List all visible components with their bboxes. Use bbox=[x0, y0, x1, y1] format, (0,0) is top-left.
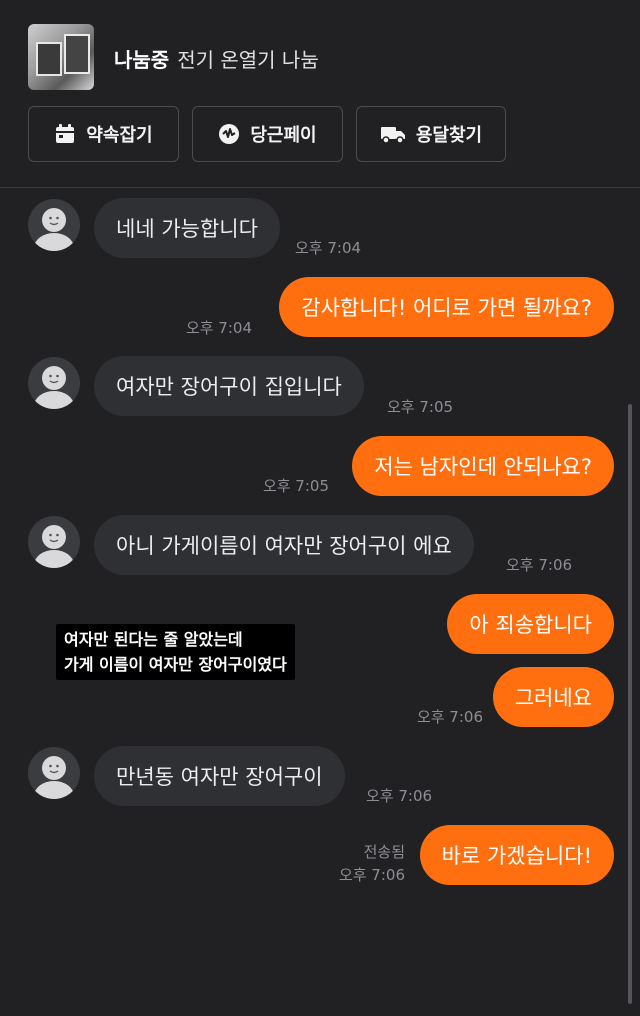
message-bubble-incoming[interactable]: 아니 가게이름이 여자만 장어구이 에요 bbox=[94, 515, 474, 575]
pay-button[interactable]: 당근페이 bbox=[192, 106, 343, 162]
product-title: 전기 온열기 나눔 bbox=[177, 48, 319, 72]
caption-line: 여자만 된다는 줄 알았는데 bbox=[64, 630, 243, 649]
truck-icon bbox=[380, 127, 405, 144]
delivery-button[interactable]: 용달찾기 bbox=[356, 106, 506, 162]
message-bubble-incoming[interactable]: 여자만 장어구이 집입니다 bbox=[94, 356, 364, 416]
delivery-button-label: 용달찾기 bbox=[415, 125, 483, 146]
avatar[interactable] bbox=[28, 747, 80, 799]
message-time: 오후 7:06 bbox=[366, 787, 433, 805]
pay-icon bbox=[219, 124, 240, 144]
message-bubble-outgoing[interactable]: 아 죄송합니다 bbox=[447, 594, 614, 654]
avatar[interactable] bbox=[28, 516, 80, 568]
message-bubble-outgoing[interactable]: 저는 남자인데 안되나요? bbox=[352, 436, 614, 496]
chat-header: 나눔중 전기 온열기 나눔 약속잡기 당근페이 용달찾기 bbox=[0, 0, 640, 188]
schedule-button-label: 약속잡기 bbox=[86, 125, 153, 146]
message-time: 오후 7:04 bbox=[295, 239, 362, 257]
message-time: 오후 7:06 bbox=[416, 708, 483, 726]
message-bubble-incoming[interactable]: 만년동 여자만 장어구이 bbox=[94, 746, 345, 806]
avatar[interactable] bbox=[28, 199, 80, 251]
caption-overlay: 여자만 된다는 줄 알았는데 가게 이름이 여자만 장어구이였다 bbox=[56, 624, 295, 680]
message-bubble-outgoing[interactable]: 감사합니다! 어디로 가면 될까요? bbox=[279, 277, 614, 337]
avatar[interactable] bbox=[28, 357, 80, 409]
scrollbar[interactable] bbox=[628, 404, 632, 1004]
product-info[interactable]: 나눔중 전기 온열기 나눔 bbox=[114, 44, 319, 73]
message-time: 오후 7:06 bbox=[338, 866, 405, 884]
message-time: 오후 7:04 bbox=[185, 319, 252, 337]
header-divider bbox=[0, 187, 640, 188]
message-bubble-outgoing[interactable]: 그러네요 bbox=[492, 667, 614, 727]
message-time: 오후 7:05 bbox=[262, 477, 329, 495]
message-bubble-outgoing[interactable]: 바로 가겠습니다! bbox=[419, 825, 614, 885]
caption-line: 가게 이름이 여자만 장어구이였다 bbox=[64, 655, 287, 674]
product-thumbnail[interactable] bbox=[28, 24, 94, 90]
pay-button-label: 당근페이 bbox=[250, 125, 317, 146]
message-time: 오후 7:06 bbox=[506, 556, 573, 574]
sent-status: 전송됨 bbox=[363, 843, 405, 861]
message-bubble-incoming[interactable]: 네네 가능합니다 bbox=[94, 198, 280, 258]
calendar-icon bbox=[56, 124, 75, 143]
message-time: 오후 7:05 bbox=[387, 398, 454, 416]
schedule-button[interactable]: 약속잡기 bbox=[28, 106, 179, 162]
trade-status-label: 나눔중 bbox=[114, 48, 170, 72]
